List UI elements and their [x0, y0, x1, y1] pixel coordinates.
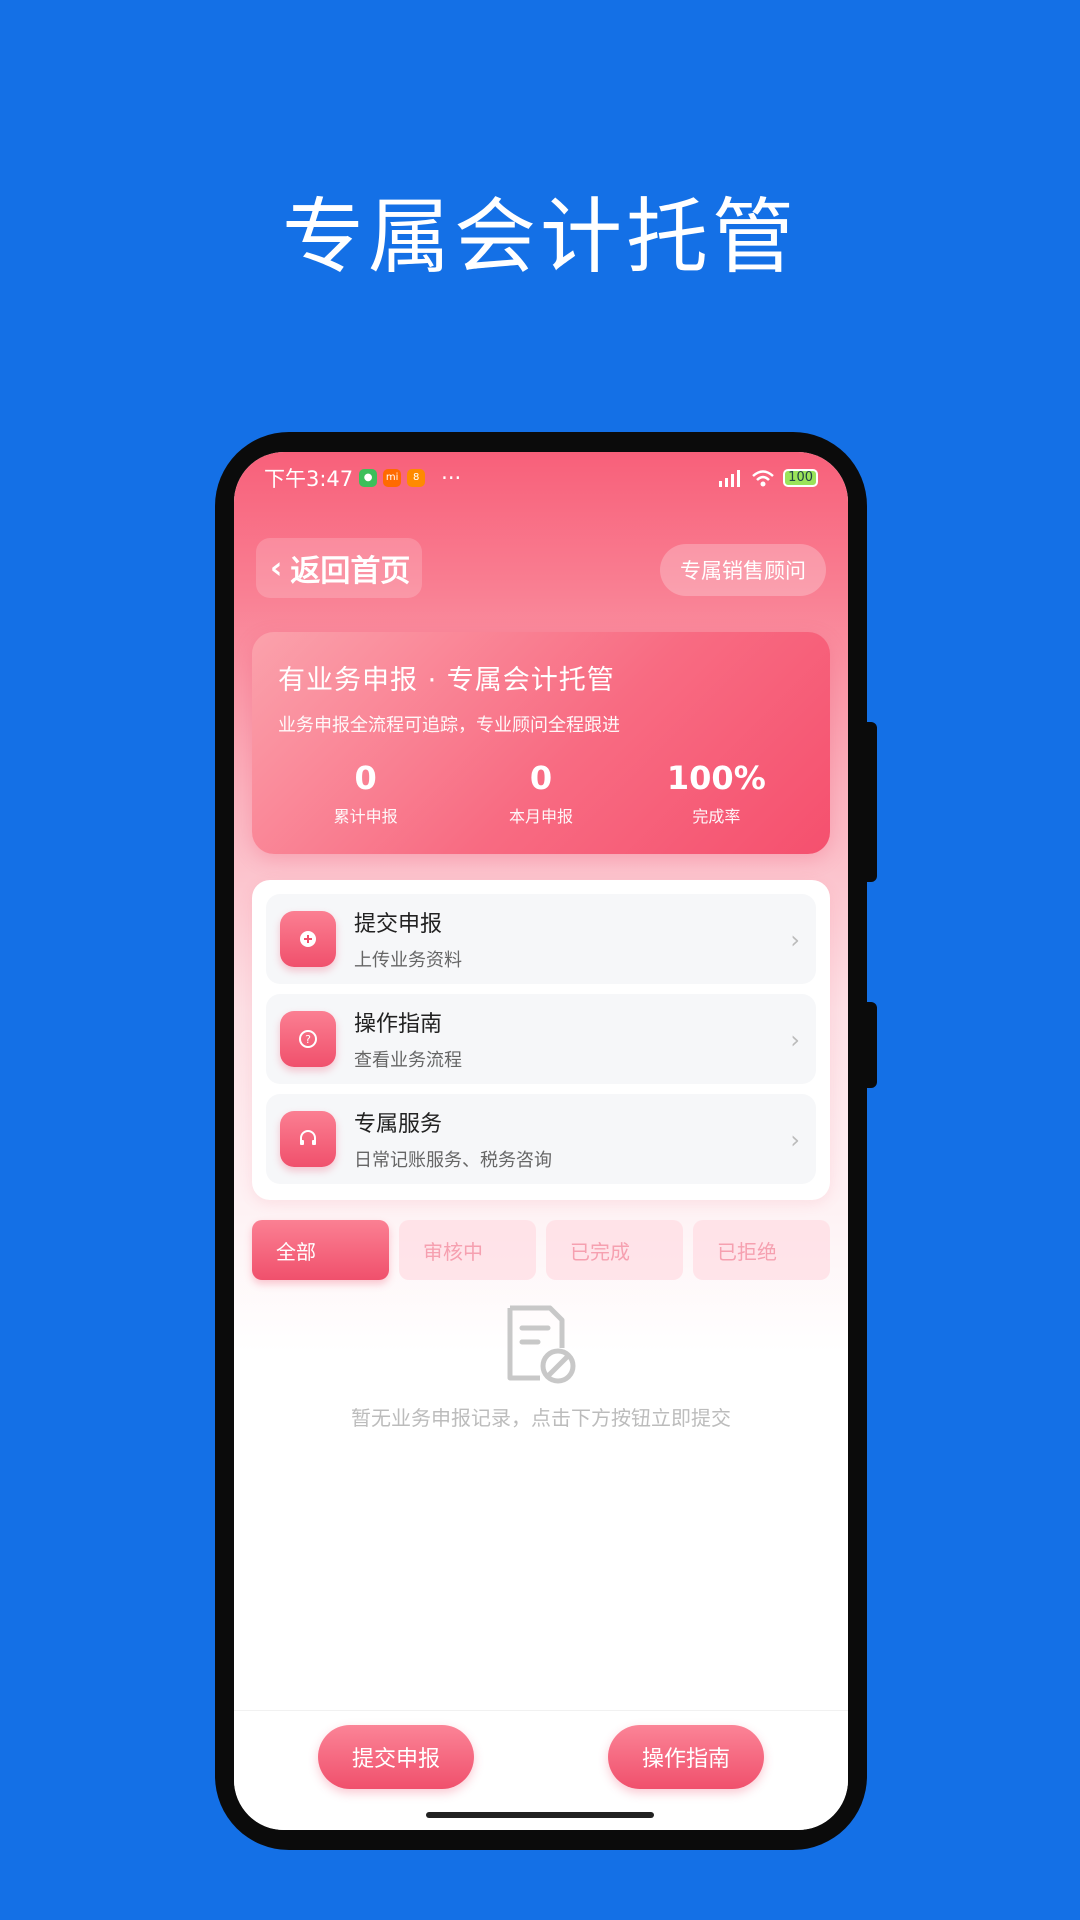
status-time: 下午3:47	[264, 467, 354, 491]
stat-month: 0 本月申报	[453, 759, 628, 827]
battery-icon: 100	[783, 469, 818, 487]
menu-item-title: 提交申报	[354, 912, 443, 937]
stats-row: 0 累计申报 0 本月申报 100% 完成率	[278, 759, 804, 827]
menu-card: 提交申报 上传业务资料 › ? 操作指南 查看业务流程 › 专属服务 日常记账服…	[252, 880, 830, 1200]
home-indicator[interactable]	[426, 1812, 654, 1818]
question-icon: ?	[280, 1011, 336, 1067]
summary-subtitle: 业务申报全流程可追踪，专业顾问全程跟进	[278, 715, 620, 736]
menu-item-desc: 日常记账服务、税务咨询	[354, 1150, 552, 1171]
tab-completed[interactable]: 已完成	[546, 1220, 683, 1280]
headset-icon	[280, 1111, 336, 1167]
menu-item-guide[interactable]: ? 操作指南 查看业务流程 ›	[266, 994, 816, 1084]
notification-app-icon: 8	[407, 469, 426, 487]
chevron-right-icon: ›	[790, 1026, 800, 1054]
stat-value: 0	[354, 759, 377, 797]
stat-label: 本月申报	[508, 807, 573, 826]
stat-value: 100%	[666, 759, 766, 797]
stat-value: 0	[529, 759, 553, 797]
menu-item-service[interactable]: 专属服务 日常记账服务、税务咨询 ›	[266, 1094, 816, 1184]
filter-tabs: 全部 审核中 已完成 已拒绝	[252, 1220, 830, 1280]
submit-button[interactable]: 提交申报	[318, 1725, 474, 1789]
back-home-button[interactable]: ‹ 返回首页	[256, 538, 423, 598]
guide-button[interactable]: 操作指南	[608, 1725, 764, 1789]
tab-all[interactable]: 全部	[252, 1220, 389, 1280]
menu-item-desc: 查看业务流程	[354, 1050, 462, 1071]
empty-state-text: 暂无业务申报记录，点击下方按钮立即提交	[351, 1406, 731, 1430]
menu-item-title: 专属服务	[354, 1112, 443, 1137]
summary-title: 有业务申报 · 专属会计托管	[278, 665, 615, 696]
menu-item-title: 操作指南	[354, 1012, 443, 1037]
wifi-icon	[752, 470, 775, 487]
hero-title: 专属会计托管	[281, 190, 798, 285]
chevron-left-icon: ‹	[270, 550, 283, 586]
empty-document-icon	[507, 1305, 576, 1384]
phone-frame: 下午3:47 ● mi 8 ··· 100 ‹ 返回首页 专属销售顾问 有业务申…	[215, 432, 877, 1850]
menu-item-submit[interactable]: 提交申报 上传业务资料 ›	[266, 894, 816, 984]
signal-icon	[719, 470, 741, 487]
tab-rejected[interactable]: 已拒绝	[693, 1220, 830, 1280]
svg-text:?: ?	[305, 1033, 311, 1046]
status-bar: 下午3:47 ● mi 8 ··· 100	[234, 452, 848, 504]
stat-completion: 100% 完成率	[629, 759, 804, 827]
phone-side-button	[867, 722, 877, 882]
notification-app-icon: ●	[359, 469, 378, 487]
menu-item-desc: 上传业务资料	[354, 950, 462, 971]
back-home-label: 返回首页	[290, 554, 411, 589]
tab-reviewing[interactable]: 审核中	[399, 1220, 536, 1280]
stat-label: 累计申报	[333, 807, 398, 826]
phone-screen: 下午3:47 ● mi 8 ··· 100 ‹ 返回首页 专属销售顾问 有业务申…	[234, 452, 848, 1830]
sales-advisor-button[interactable]: 专属销售顾问	[660, 544, 826, 596]
mi-app-icon: mi	[383, 469, 402, 487]
summary-card: 有业务申报 · 专属会计托管 业务申报全流程可追踪，专业顾问全程跟进 0 累计申…	[252, 632, 830, 854]
stat-label: 完成率	[692, 807, 741, 826]
chevron-right-icon: ›	[790, 1126, 800, 1154]
phone-side-button	[867, 1002, 877, 1088]
stat-total: 0 累计申报	[278, 759, 453, 827]
bottom-action-bar: 提交申报 操作指南	[234, 1710, 848, 1830]
more-notifications-icon: ···	[441, 466, 462, 490]
chevron-right-icon: ›	[790, 926, 800, 954]
plus-circle-icon	[280, 911, 336, 967]
